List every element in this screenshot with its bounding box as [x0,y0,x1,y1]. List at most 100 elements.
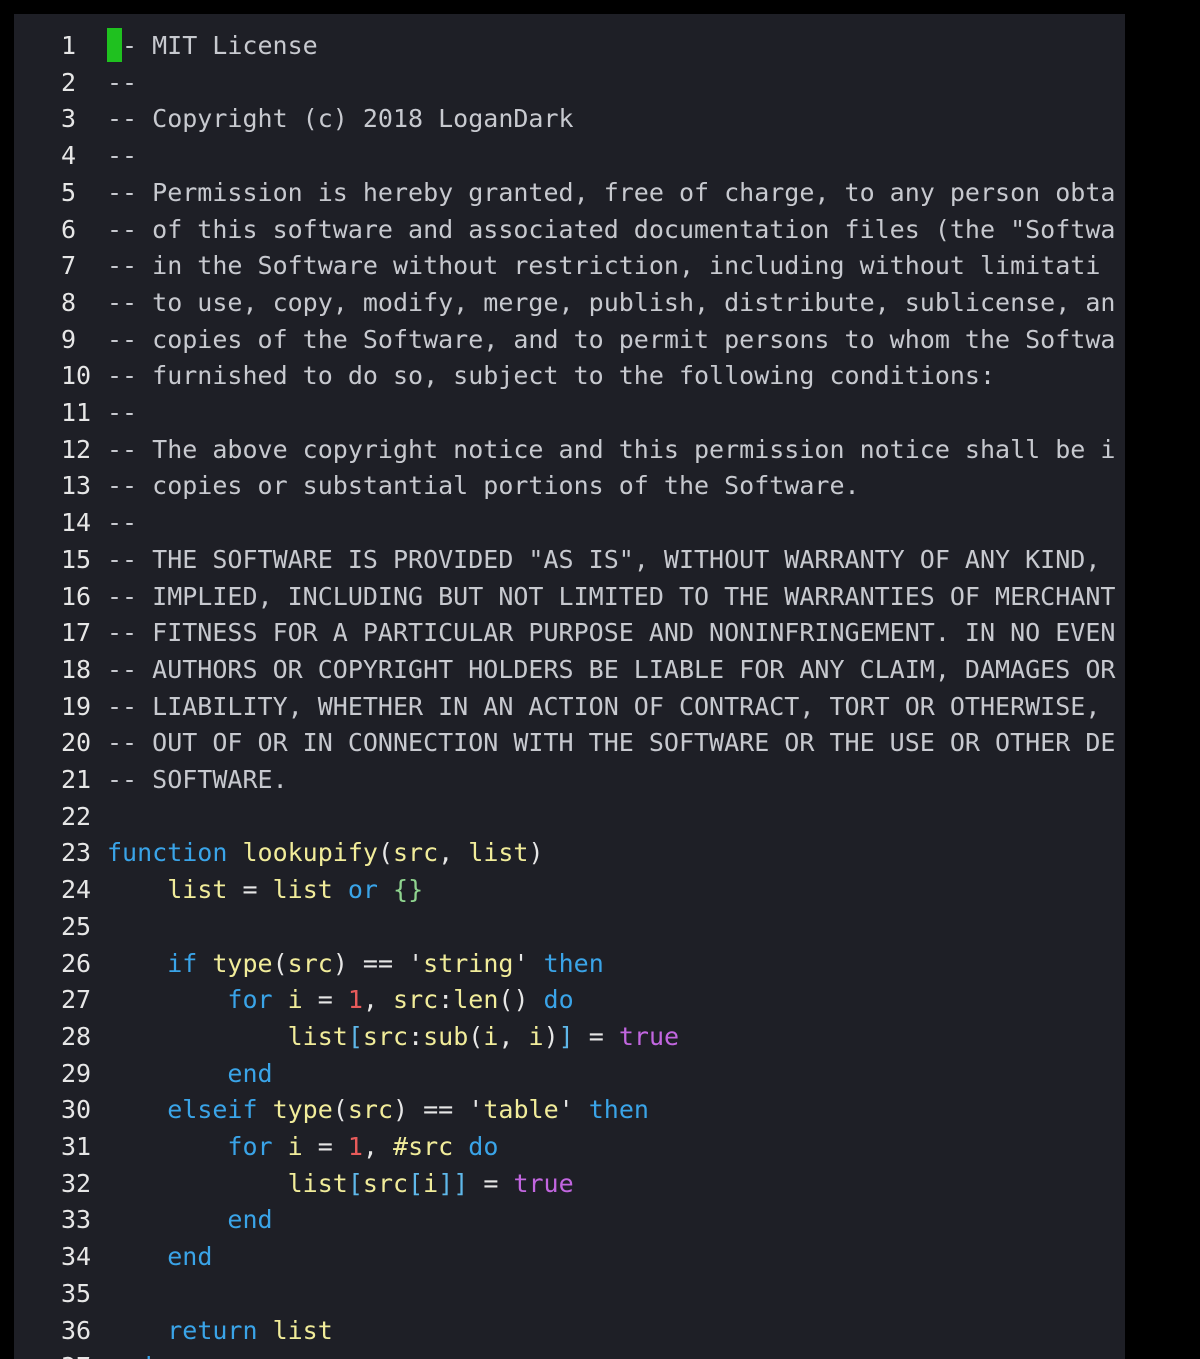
code-line[interactable]: 22 [14,799,1125,836]
code-token: {} [393,875,424,905]
code-token: -- copies or substantial portions of the… [107,471,860,501]
code-line[interactable]: 1 - MIT License [14,28,1125,65]
line-number: 14 [61,508,92,538]
code-line[interactable]: 20 -- OUT OF OR IN CONNECTION WITH THE SO… [14,725,1125,762]
code-token: src [347,1095,394,1125]
code-token: , [498,1021,529,1051]
line-number: 7 [61,251,77,281]
code-text: list[src:sub(i, i)] = true [107,1019,679,1056]
code-token: function [107,838,228,868]
code-line[interactable]: 37end [14,1349,1125,1359]
code-token: for [227,1132,273,1161]
code-token: , [438,838,469,868]
code-token: i [528,1021,544,1051]
code-token: ( [468,1021,484,1051]
code-text: -- [107,138,137,175]
code-editor[interactable]: 1 - MIT License 2 -- 3 -- Copyright (c) 2018 … [14,14,1125,1359]
code-token: = [468,1168,514,1198]
code-line[interactable]: 5 -- Permission is hereby granted, free o… [14,175,1125,212]
line-number: 32 [61,1168,92,1198]
code-token: -- Permission is hereby granted, free of… [107,177,1116,207]
code-token: string [423,948,514,978]
code-token: i [483,1021,499,1051]
code-token: ) [543,1021,559,1051]
code-token: ]] [438,1168,469,1198]
code-line[interactable]: 13 -- copies or substantial portions of t… [14,468,1125,505]
code-line[interactable]: 9 -- copies of the Software, and to permi… [14,322,1125,359]
code-text: end [107,1239,212,1276]
code-line[interactable]: 4 -- [14,138,1125,175]
code-token: [ [408,1168,424,1198]
code-line[interactable]: 16 -- IMPLIED, INCLUDING BUT NOT LIMITED … [14,579,1125,616]
code-text: -- of this software and associated docum… [107,212,1115,249]
code-line[interactable]: 31 for i = 1, #src do [14,1129,1125,1166]
code-token: -- in the Software without restriction, … [107,251,1101,281]
code-token: do [453,1132,499,1161]
code-line[interactable]: 27 for i = 1, src:len() do [14,982,1125,1019]
code-line[interactable]: 36 return list [14,1313,1125,1350]
code-token: then [573,1095,649,1125]
code-text: for i = 1, #src do [107,1129,498,1166]
code-token: -- Copyright (c) 2018 LoganDark [107,104,574,134]
line-number: 21 [61,765,92,794]
code-token: ( [332,1095,348,1125]
line-number: 2 [61,67,77,97]
code-line[interactable]: 2 -- [14,65,1125,102]
code-line[interactable]: 6 -- of this software and associated docu… [14,212,1125,249]
code-token: end [107,1352,152,1359]
code-line[interactable]: 35 [14,1276,1125,1313]
code-token: src [362,1168,409,1198]
code-line[interactable]: 7 -- in the Software without restriction,… [14,248,1125,285]
code-text: end [107,1056,272,1093]
code-text: -- IMPLIED, INCLUDING BUT NOT LIMITED TO… [107,579,1115,616]
code-line[interactable]: 30 elseif type(src) == 'table' then [14,1092,1125,1129]
code-token: ' [513,948,529,978]
code-token: list [257,1315,333,1345]
code-line[interactable]: 3 -- Copyright (c) 2018 LoganDark [14,101,1125,138]
code-line[interactable]: 23 function lookupify(src, list) [14,835,1125,872]
code-text: -- copies of the Software, and to permit… [107,322,1115,359]
code-token: -- FITNESS FOR A PARTICULAR PURPOSE AND … [107,618,1116,648]
code-line[interactable]: 14 -- [14,505,1125,542]
code-text: -- copies or substantial portions of the… [107,468,860,505]
code-line[interactable]: 28 list[src:sub(i, i)] = true [14,1019,1125,1056]
code-token: , [362,985,394,1015]
code-line[interactable]: 18 -- AUTHORS OR COPYRIGHT HOLDERS BE LIA… [14,652,1125,689]
code-line[interactable]: 15 -- THE SOFTWARE IS PROVIDED "AS IS", W… [14,542,1125,579]
code-token: return [167,1315,258,1345]
code-line[interactable]: 24 list = list or {} [14,872,1125,909]
code-line[interactable]: 26 if type(src) == 'string' then [14,946,1125,983]
code-line[interactable]: 32 list[src[i]] = true [14,1166,1125,1203]
code-token: table [483,1095,559,1125]
code-token: -- to use, copy, modify, merge, publish,… [107,287,1116,317]
code-token: -- of this software and associated docum… [107,214,1116,244]
code-line[interactable]: 19 -- LIABILITY, WHETHER IN AN ACTION OF … [14,689,1125,726]
code-line[interactable]: 17 -- FITNESS FOR A PARTICULAR PURPOSE AN… [14,615,1125,652]
code-line[interactable]: 12 -- The above copyright notice and this… [14,432,1125,469]
code-line[interactable]: 25 [14,909,1125,946]
code-token: = [302,985,348,1015]
code-token: -- THE SOFTWARE IS PROVIDED "AS IS", WIT… [107,544,1101,574]
code-token: src [362,1021,409,1051]
code-line[interactable]: 29 end [14,1056,1125,1093]
line-number: 23 [61,838,92,868]
code-token: ) [393,1095,409,1125]
code-token: i [272,985,303,1015]
code-line[interactable]: 21 -- SOFTWARE. [14,762,1125,799]
text-cursor [107,28,122,62]
code-line[interactable]: 11 -- [14,395,1125,432]
code-line[interactable]: 34 end [14,1239,1125,1276]
code-token: -- IMPLIED, INCLUDING BUT NOT LIMITED TO… [107,581,1116,611]
code-line[interactable]: 33 end [14,1202,1125,1239]
code-token: : [408,1021,424,1051]
code-text: -- AUTHORS OR COPYRIGHT HOLDERS BE LIABL… [107,652,1115,689]
code-line[interactable]: 10 -- furnished to do so, subject to the … [14,358,1125,395]
code-line[interactable]: 8 -- to use, copy, modify, merge, publish… [14,285,1125,322]
line-number: 26 [61,948,92,978]
code-token: = [302,1132,348,1161]
